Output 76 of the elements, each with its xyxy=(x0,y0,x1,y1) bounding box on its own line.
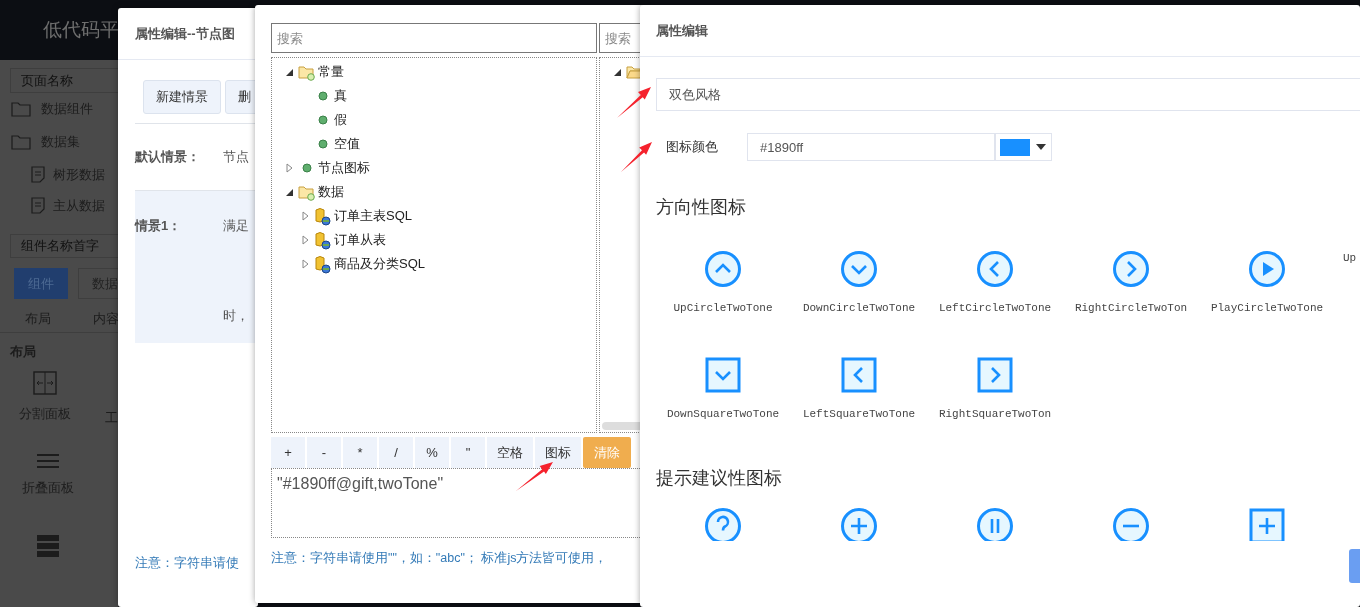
node-dot-icon xyxy=(302,163,312,173)
expanded-triangle-icon[interactable] xyxy=(285,68,293,76)
icon-name[interactable]: RightSquareTwoTon xyxy=(938,407,1052,421)
chevron-right-square-icon[interactable] xyxy=(977,357,1013,393)
app-title: 低代码平 xyxy=(43,18,119,42)
color-field[interactable]: #1890ff xyxy=(747,133,995,161)
icon-name[interactable]: PlayCircleTwoTone xyxy=(1210,301,1324,315)
dialog-title: 属性编辑 xyxy=(656,21,708,40)
folder-icon xyxy=(11,101,31,118)
node-dot-icon xyxy=(318,139,328,149)
database-globe-icon xyxy=(314,206,332,226)
node-dot-icon xyxy=(318,91,328,101)
field-label: 图标颜色 xyxy=(665,138,719,156)
scenario-text: 时， xyxy=(223,307,249,325)
operator-button[interactable]: * xyxy=(343,437,377,468)
search-field[interactable]: 搜索 xyxy=(271,23,597,53)
database-globe-icon xyxy=(314,254,332,274)
split-panel-icon xyxy=(33,371,57,395)
folder-icon xyxy=(298,63,316,81)
style-select-field[interactable]: 双色风格 xyxy=(656,78,1360,111)
folder-icon xyxy=(11,134,31,151)
field-value: 节点 xyxy=(223,148,249,166)
operator-button[interactable]: - xyxy=(307,437,341,468)
operator-button[interactable]: " xyxy=(451,437,485,468)
icon-name[interactable]: UpCircleTwoTone xyxy=(673,301,773,315)
chevron-down-circle-icon[interactable] xyxy=(841,251,877,287)
section-heading: 方向性图标 xyxy=(656,196,747,219)
caret-icon xyxy=(1036,144,1046,150)
field-label: 默认情景： xyxy=(135,148,201,166)
operator-button[interactable]: + xyxy=(271,437,305,468)
hint-text: 注意：字符串请使用""，如："abc"； 标准js方法皆可使用， xyxy=(271,550,609,567)
scene-button[interactable]: 新建情景 xyxy=(143,80,221,114)
server-stack-icon xyxy=(36,535,59,557)
tree-item[interactable]: 数据 xyxy=(318,183,344,201)
collapsed-triangle-icon[interactable] xyxy=(285,163,293,173)
tree-item[interactable]: 节点图标 xyxy=(318,159,370,177)
icon-name[interactable]: LeftCircleTwoTone xyxy=(938,301,1052,315)
section-heading: 提示建议性图标 xyxy=(656,467,783,490)
play-circle-icon[interactable] xyxy=(1249,251,1285,287)
collapsed-triangle-icon[interactable] xyxy=(301,259,309,269)
menu-lines-icon xyxy=(36,453,59,469)
node-dot-icon xyxy=(318,115,328,125)
folder-icon xyxy=(298,183,316,201)
icon-name[interactable]: LeftSquareTwoTone xyxy=(802,407,916,421)
database-globe-icon xyxy=(314,230,332,250)
tree-item[interactable]: 订单从表 xyxy=(334,231,386,249)
operator-button[interactable]: % xyxy=(415,437,449,468)
collapsed-triangle-icon[interactable] xyxy=(301,235,309,245)
tree-item[interactable]: 真 xyxy=(334,87,347,105)
scenario-text: 满足 xyxy=(223,217,249,235)
hint-text: 注意：字符串请使 xyxy=(135,554,239,572)
tree-item[interactable]: 常量 xyxy=(318,63,344,81)
icon-name[interactable]: Up xyxy=(1343,251,1357,265)
document-icon xyxy=(31,166,45,183)
field-label: 情景1： xyxy=(135,217,183,235)
chevron-left-square-icon[interactable] xyxy=(841,357,877,393)
expanded-triangle-icon[interactable] xyxy=(613,68,621,76)
chevron-up-circle-icon[interactable] xyxy=(705,251,741,287)
operator-button[interactable]: 空格 xyxy=(487,437,533,468)
tree-item[interactable]: 订单主表SQL xyxy=(334,207,412,225)
color-picker[interactable] xyxy=(995,133,1052,161)
dialog-title: 属性编辑--节点图 xyxy=(135,24,235,43)
expanded-triangle-icon[interactable] xyxy=(285,188,293,196)
document-icon xyxy=(31,197,45,215)
icon-name[interactable]: RightCircleTwoTon xyxy=(1074,301,1188,315)
icon-name[interactable]: DownCircleTwoTone xyxy=(802,301,916,315)
icon-name[interactable]: DownSquareTwoTone xyxy=(666,407,780,421)
chevron-down-square-icon[interactable] xyxy=(705,357,741,393)
operator-button[interactable]: 图标 xyxy=(535,437,581,468)
operator-button[interactable]: / xyxy=(379,437,413,468)
chevron-left-circle-icon[interactable] xyxy=(977,251,1013,287)
collapsed-triangle-icon[interactable] xyxy=(301,211,309,221)
tree-item[interactable]: 假 xyxy=(334,111,347,129)
chevron-right-circle-icon[interactable] xyxy=(1113,251,1149,287)
tree-item[interactable]: 空值 xyxy=(334,135,360,153)
tree-item[interactable]: 商品及分类SQL xyxy=(334,255,425,273)
